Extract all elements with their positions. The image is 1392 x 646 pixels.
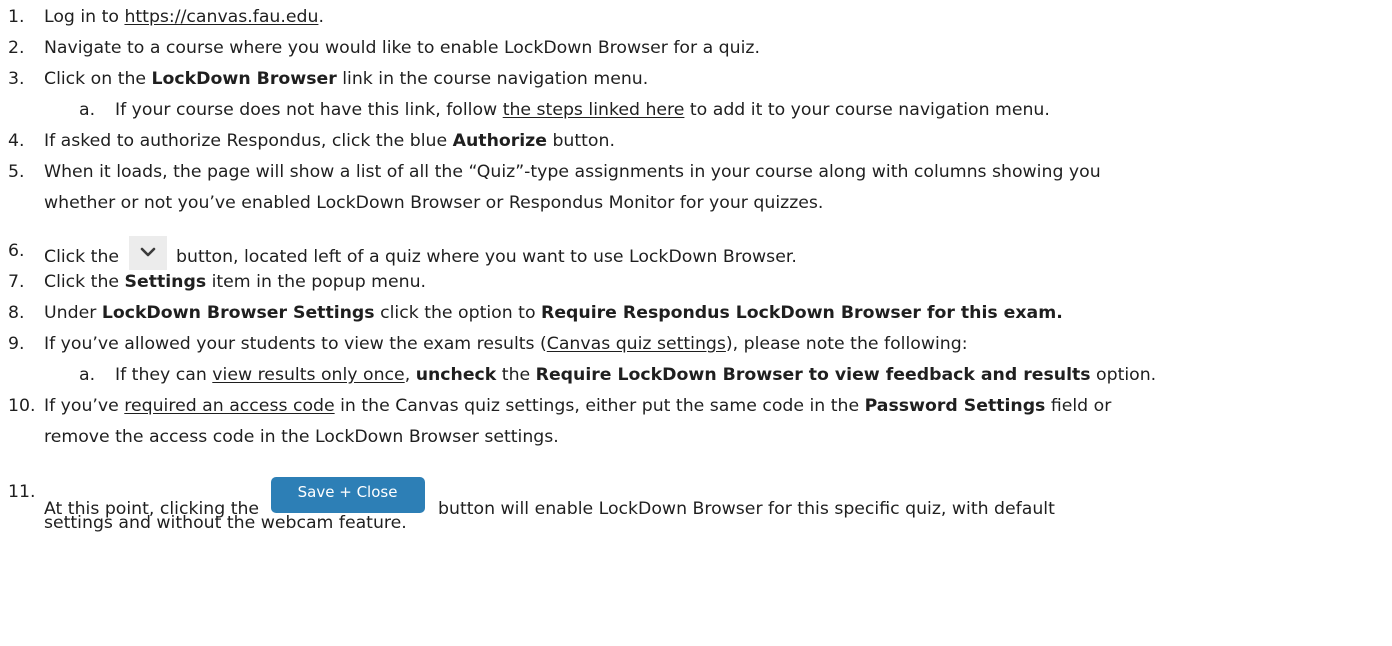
save-close-button[interactable]: Save + Close: [270, 477, 425, 513]
step-number: 9.: [8, 334, 25, 354]
step-number: 3.: [8, 69, 25, 89]
steps-linked-here-link[interactable]: the steps linked here: [503, 100, 685, 120]
step-number: 8.: [8, 303, 25, 323]
access-code-link[interactable]: required an access code: [124, 396, 334, 416]
step-number: 11.: [8, 482, 36, 502]
step-6: 6. Click the button, located left of a q…: [8, 236, 1392, 270]
step-number: a.: [79, 365, 96, 385]
step-10-continuation: remove the access code in the LockDown B…: [44, 427, 559, 447]
step-5: 5. When it loads, the page will show a l…: [8, 157, 1392, 188]
step-1: 1. Log in to https://canvas.fau.edu.: [8, 2, 1392, 33]
step-8: 8. Under LockDown Browser Settings click…: [8, 298, 1392, 329]
step-2: 2. Navigate to a course where you would …: [8, 33, 1392, 64]
step-number: 5.: [8, 162, 25, 182]
step-9a: a. If they can view results only once, u…: [8, 360, 1392, 391]
canvas-url-link[interactable]: https://canvas.fau.edu: [124, 7, 318, 27]
step-7: 7. Click the Settings item in the popup …: [8, 267, 1392, 298]
step-11: 11. At this point, clicking the Save + C…: [8, 477, 1392, 519]
step-number: 7.: [8, 272, 25, 292]
step-5-continuation: whether or not you’ve enabled LockDown B…: [44, 193, 824, 213]
step-number: a.: [79, 100, 96, 120]
step-4: 4. If asked to authorize Respondus, clic…: [8, 126, 1392, 157]
canvas-quiz-settings-link[interactable]: Canvas quiz settings: [547, 334, 726, 354]
step-number: 2.: [8, 38, 25, 58]
step-number: 4.: [8, 131, 25, 151]
step-3a: a. If your course does not have this lin…: [8, 95, 1392, 126]
step-3: 3. Click on the LockDown Browser link in…: [8, 64, 1392, 95]
step-9: 9. If you’ve allowed your students to vi…: [8, 329, 1392, 360]
step-number: 1.: [8, 7, 25, 27]
dropdown-button[interactable]: [128, 236, 167, 270]
step-10: 10. If you’ve required an access code in…: [8, 391, 1392, 422]
instructions-document: 1. Log in to https://canvas.fau.edu. 2. …: [8, 2, 1392, 539]
step-number: 10.: [8, 396, 36, 416]
chevron-down-icon: [140, 247, 155, 257]
step-number: 6.: [8, 241, 25, 261]
view-results-once-link[interactable]: view results only once: [212, 365, 404, 385]
